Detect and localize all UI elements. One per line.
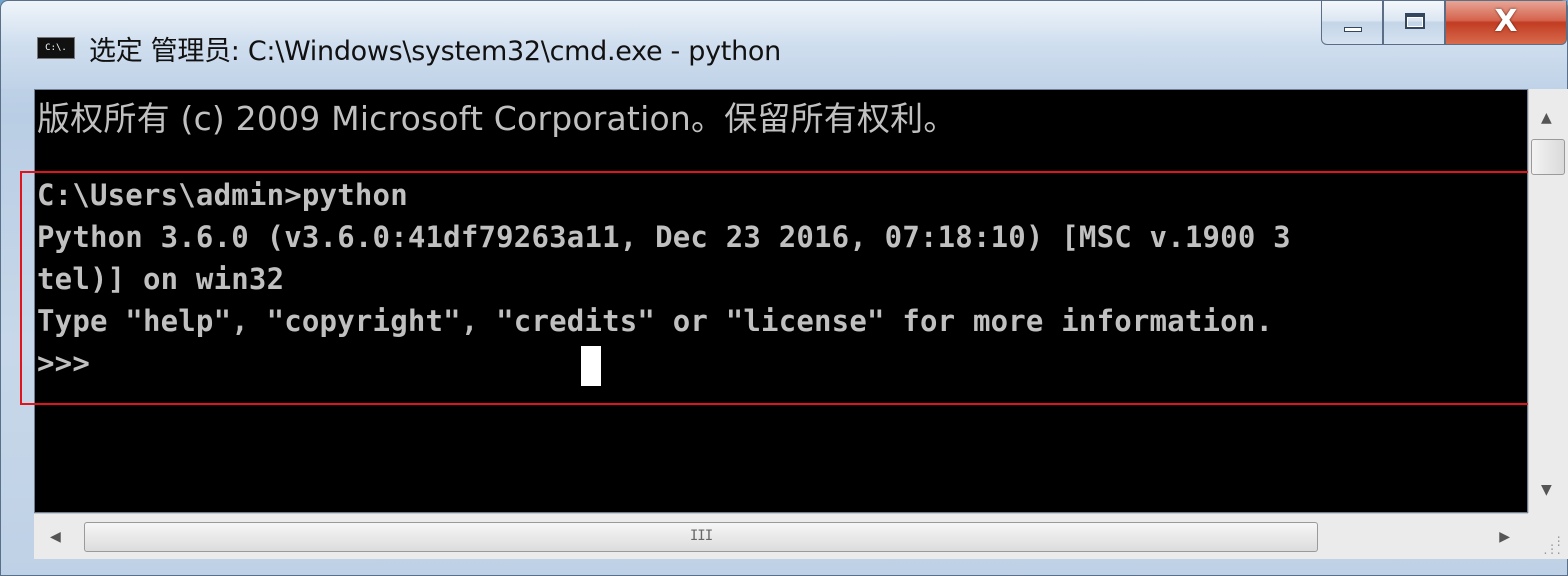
thumb-grip-icon: III — [689, 528, 713, 544]
cmd-window: C:\. 选定 管理员: C:\Windows\system32\cmd.exe… — [0, 0, 1568, 576]
resize-grip-icon: ..:.:. — [1542, 528, 1562, 557]
down-arrow-icon[interactable]: ▼ — [1541, 483, 1552, 497]
text-cursor — [581, 346, 601, 386]
close-button[interactable]: X — [1445, 1, 1567, 45]
maximize-icon — [1405, 13, 1425, 29]
minimize-icon — [1344, 27, 1362, 32]
console-line-python-version: Python 3.6.0 (v3.6.0:41df79263a11, Dec 2… — [37, 220, 1291, 254]
window-title: 选定 管理员: C:\Windows\system32\cmd.exe - py… — [89, 36, 781, 67]
maximize-button[interactable] — [1383, 1, 1445, 45]
window-controls: X — [1321, 1, 1567, 49]
vertical-scrollbar[interactable]: ▲ ▼ — [1528, 89, 1568, 513]
horizontal-scroll-thumb[interactable]: III — [84, 522, 1318, 552]
minimize-button[interactable] — [1321, 1, 1383, 45]
up-arrow-icon[interactable]: ▲ — [1541, 111, 1552, 125]
cmd-app-icon[interactable]: C:\. — [37, 37, 75, 59]
vertical-scroll-thumb[interactable] — [1531, 139, 1565, 175]
left-arrow-icon[interactable]: ◀ — [50, 530, 61, 544]
console-line-copyright: 版权所有 (c) 2009 Microsoft Corporation。保留所有… — [37, 99, 957, 138]
console-line-prompt[interactable]: >>> — [37, 346, 90, 380]
resize-grip[interactable]: ..:.:. — [1528, 513, 1568, 559]
right-arrow-icon[interactable]: ▶ — [1499, 530, 1510, 544]
console-line-command: C:\Users\admin>python — [37, 178, 408, 212]
title-bar[interactable]: C:\. 选定 管理员: C:\Windows\system32\cmd.exe… — [1, 1, 1567, 89]
console-output[interactable]: 版权所有 (c) 2009 Microsoft Corporation。保留所有… — [34, 89, 1528, 513]
console-line-platform: tel)] on win32 — [37, 262, 285, 296]
horizontal-scrollbar[interactable]: ◀ III ▶ — [34, 513, 1528, 559]
close-icon: X — [1494, 4, 1518, 39]
console-line-help-hint: Type "help", "copyright", "credits" or "… — [37, 304, 1274, 338]
